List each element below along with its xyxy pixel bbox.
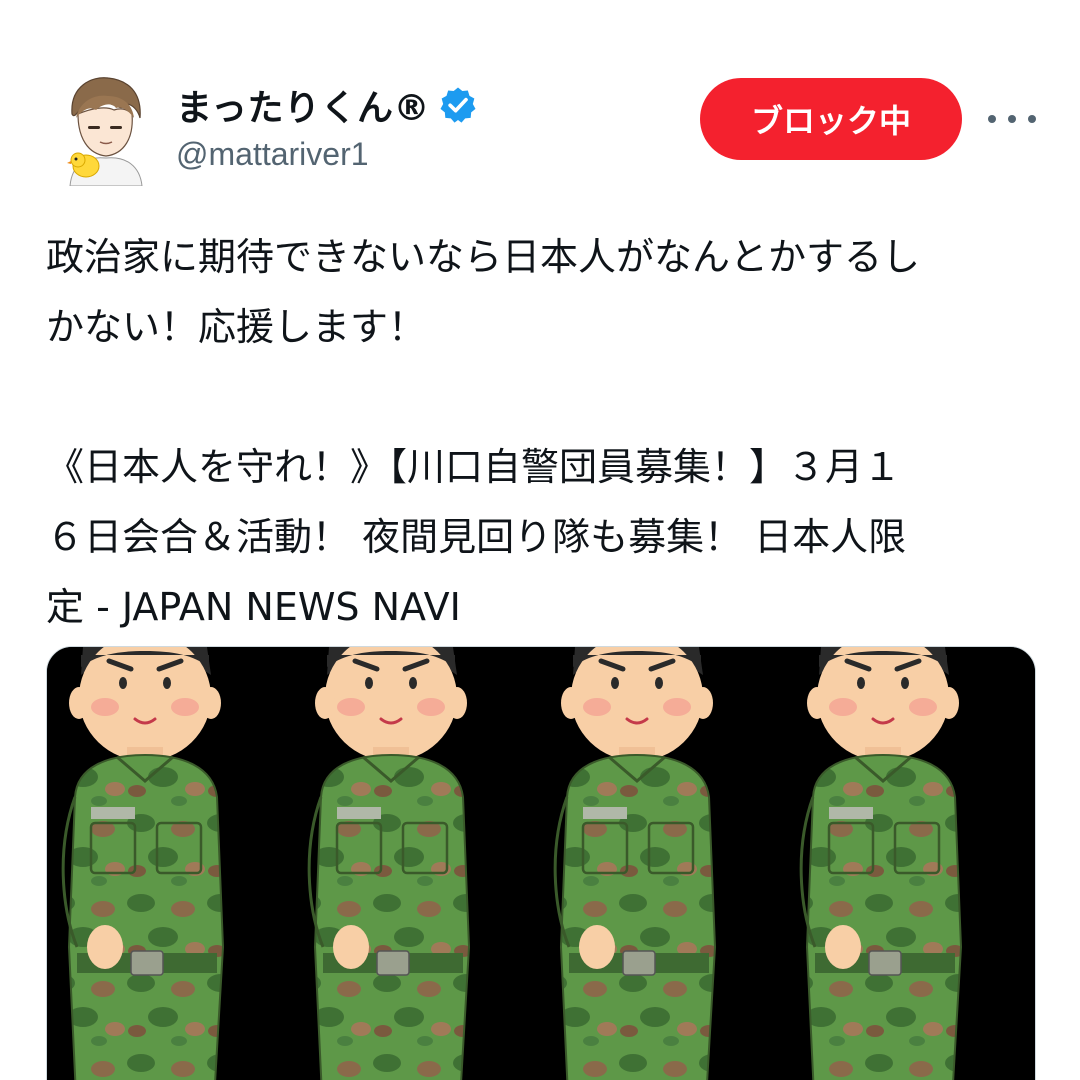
tweet-media[interactable] — [46, 646, 1036, 1080]
soldiers-illustration-icon — [47, 647, 1035, 1080]
more-icon[interactable] — [988, 98, 1036, 140]
display-name-row[interactable]: まったりくん® — [176, 78, 478, 132]
avatar[interactable] — [62, 74, 148, 186]
verified-badge-icon — [440, 87, 476, 123]
blocked-button[interactable]: ブロック中 — [700, 78, 962, 160]
display-name[interactable]: まったりくん® — [176, 79, 430, 131]
tweet-view: まったりくん® @mattariver1 ブロック中 政治家に期待できないなら日… — [0, 0, 1080, 1080]
user-handle[interactable]: @mattariver1 — [176, 136, 369, 173]
tweet-text: 政治家に期待できないなら日本人がなんとかするし かない！応援します！ 《日本人を… — [46, 235, 921, 629]
